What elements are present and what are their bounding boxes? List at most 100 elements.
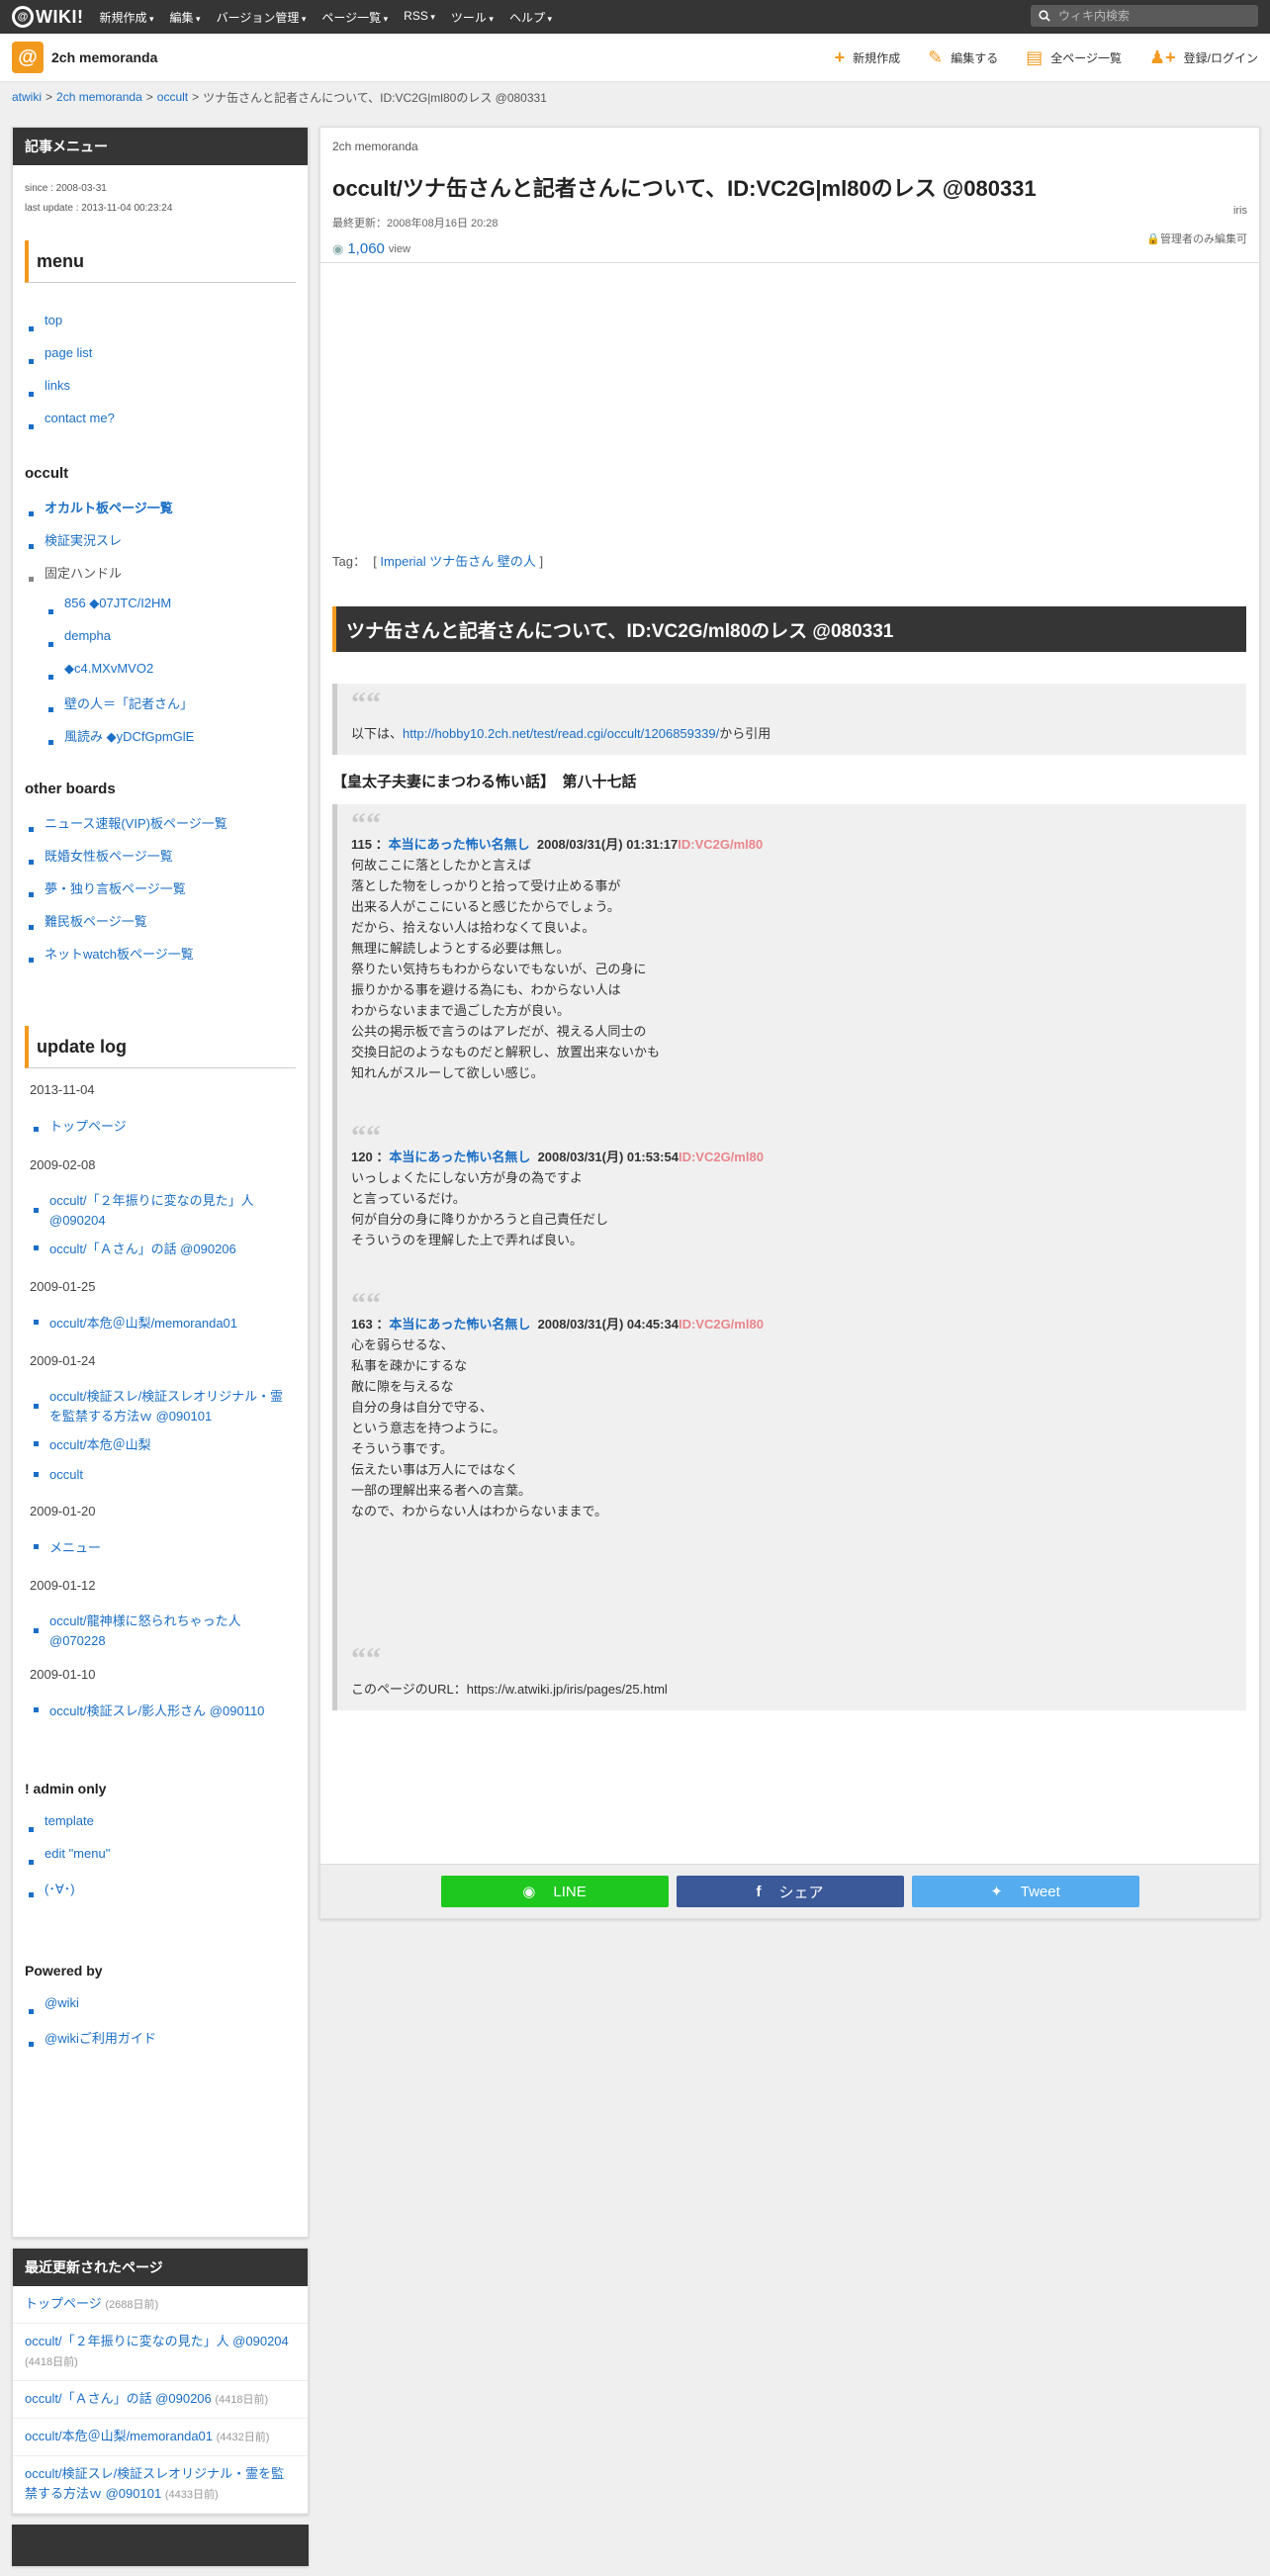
post-line: そういう事です。 (351, 1441, 453, 1456)
update-item[interactable]: トップページ (32, 1116, 296, 1144)
menu-link-links[interactable]: links (27, 378, 296, 411)
handle-link[interactable]: 856 ◆07JTC/I2HM (46, 596, 296, 628)
post: 163 ：本当にあった怖い名無し 2008/03/31(月) 04:45:34I… (351, 1314, 1232, 1521)
guide-link[interactable]: @wikiご利用ガイド (27, 2028, 296, 2061)
page-header: 2ch memoranda occult/ツナ缶さんと記者さんについて、ID:V… (320, 128, 1259, 263)
board-link[interactable]: ニュース速報(VIP)板ページ一覧 (27, 813, 296, 846)
edit-permission: 🔒管理者のみ編集可 (1146, 233, 1247, 245)
line-share-button[interactable]: ◉ LINE (440, 1876, 669, 1907)
edit-button[interactable]: ✎ 編集する (928, 47, 998, 68)
handle-link[interactable]: ◆c4.MXvMVO2 (46, 661, 296, 693)
update-date: 2009-01-12 (30, 1578, 96, 1593)
post-line: 振りかかる事を避ける為にも、わからない人は (351, 982, 621, 997)
facebook-icon: f (756, 1883, 762, 1900)
site-name[interactable]: 2ch memoranda (51, 49, 157, 65)
board-link[interactable]: 難民板ページ一覧 (27, 911, 296, 944)
nav-new[interactable]: 新規作成 (99, 9, 153, 26)
nav-help[interactable]: ヘルプ (509, 9, 552, 26)
page-url: https://w.atwiki.jp/iris/pages/25.html (466, 1682, 668, 1697)
author-link[interactable]: iris (1233, 205, 1247, 217)
update-item[interactable]: メニュー (32, 1537, 296, 1556)
update-item[interactable]: occult (32, 1467, 296, 1482)
board-link[interactable]: 夢・独り言板ページ一覧 (27, 878, 296, 911)
global-header: @ WIKI! 新規作成 編集 バージョン管理 ページ一覧 RSS ツール ヘル… (0, 0, 1270, 34)
update-item[interactable]: occult/本危＠山梨 (32, 1434, 296, 1453)
sidebar: 記事メニュー since : 2008-03-31 last update : … (12, 127, 309, 2576)
page-url-block: ““ このページのURL：https://w.atwiki.jp/iris/pa… (332, 1639, 1246, 1710)
recent-page-item[interactable]: occult/「Ａさん」の話 @090206 (4418日前) (13, 2381, 308, 2419)
post-header: 120 ：本当にあった怖い名無し 2008/03/31(月) 01:53:54I… (351, 1150, 764, 1164)
post-line: 出来る人がここにいると感じたからでしょう。 (351, 899, 620, 914)
login-button[interactable]: ♟+ 登録/ログイン (1149, 47, 1258, 68)
post: 120 ：本当にあった怖い名無し 2008/03/31(月) 01:53:54I… (351, 1147, 1232, 1250)
nav-rss[interactable]: RSS (404, 9, 435, 26)
admin-link[interactable]: edit "menu" (27, 1846, 296, 1879)
post-line: いっしょくたにしない方が身の為ですよ (351, 1170, 584, 1185)
breadcrumb-occult[interactable]: occult (157, 90, 188, 104)
poster-name[interactable]: 本当にあった怖い名無し (389, 1317, 530, 1332)
board-link[interactable]: ネットwatch板ページ一覧 (27, 944, 296, 976)
update-date: 2009-01-20 (30, 1504, 96, 1518)
new-page-button[interactable]: + 新規作成 (835, 47, 901, 68)
post-line: そういうのを理解した上で弄れば良い。 (351, 1233, 584, 1247)
post-line: 私事を疎かにするな (351, 1358, 468, 1373)
tag-links[interactable]: Imperial ツナ缶さん 壁の人 (380, 554, 535, 569)
board-link[interactable]: 既婚女性板ページ一覧 (27, 846, 296, 878)
poster-name[interactable]: 本当にあった怖い名無し (389, 837, 530, 852)
atwiki-logo[interactable]: @ WIKI! (12, 6, 83, 28)
search-icon[interactable] (1039, 10, 1050, 22)
update-item[interactable]: occult/検証スレ/影人形さん @090110 (32, 1701, 296, 1719)
update-item[interactable]: occult/龍神様に怒られちゃった人 @070228 (32, 1611, 296, 1651)
update-item[interactable]: occult/「２年振りに変なの見た」人 @090204 (32, 1191, 296, 1231)
menu-link-page-list[interactable]: page list (27, 345, 296, 378)
post-line: 無理に解読しようとする必要は無し。 (351, 941, 570, 956)
menu-link-top[interactable]: top (27, 313, 296, 345)
update-item[interactable]: occult/検証スレ/検証スレオリジナル・霊を監禁する方法ｗ @090101 (32, 1387, 296, 1426)
poster-name[interactable]: 本当にあった怖い名無し (389, 1150, 530, 1164)
update-date: 2009-01-10 (30, 1667, 96, 1682)
handle-link[interactable]: 壁の人＝「記者さん」 (46, 693, 296, 726)
nav-version[interactable]: バージョン管理 (217, 9, 307, 26)
update-item[interactable]: occult/本危＠山梨/memoranda01 (32, 1313, 296, 1332)
breadcrumb-site[interactable]: 2ch memoranda (56, 90, 142, 104)
admin-link[interactable]: (･∀･) (27, 1879, 296, 1911)
facebook-share-button[interactable]: f シェア (676, 1876, 904, 1907)
post-line: 一部の理解出来る者への言葉。 (351, 1483, 532, 1498)
all-pages-button[interactable]: ▤ 全ページ一覧 (1026, 47, 1122, 68)
site-logo-icon[interactable]: @ (12, 42, 44, 73)
plus-icon: + (834, 46, 846, 67)
breadcrumb-atwiki[interactable]: atwiki (12, 90, 42, 104)
recent-page-item[interactable]: occult/「２年振りに変なの見た」人 @090204 (4418日前) (13, 2324, 308, 2381)
site-actions: + 新規作成 ✎ 編集する ▤ 全ページ一覧 ♟+ 登録/ログイン (835, 34, 1258, 81)
quote-icon: ““ (351, 1120, 381, 1152)
quote-icon: ““ (351, 1642, 381, 1675)
nav-pages[interactable]: ページ一覧 (321, 9, 388, 26)
recent-page-item[interactable]: occult/本危＠山梨/memoranda01 (4432日前) (13, 2419, 308, 2456)
post: 115 ：本当にあった怖い名無し 2008/03/31(月) 01:31:17I… (351, 834, 1232, 1083)
handle-link[interactable]: dempha (46, 628, 296, 661)
post-line: わからないままで過ごした方が良い。 (351, 1003, 571, 1018)
verify-thread-link[interactable]: 検証実況スレ (27, 530, 296, 563)
recent-page-item[interactable]: トップページ (2688日前) (13, 2286, 308, 2324)
post-line: と言っているだけ。 (351, 1191, 466, 1206)
post-line: 交換日記のようなものだと解釈し、放置出来ないかも (351, 1045, 661, 1059)
occult-list-link[interactable]: オカルト板ページ一覧 (27, 498, 296, 530)
update-date: 2009-02-08 (30, 1157, 96, 1172)
search-input[interactable] (1056, 8, 1238, 24)
admin-link[interactable]: template (27, 1813, 296, 1846)
recent-page-item[interactable]: occult/検証スレ/検証スレオリジナル・霊を監禁する方法ｗ @090101 … (13, 2456, 308, 2514)
twitter-share-button[interactable]: ✦ Tweet (911, 1876, 1139, 1907)
nav-edit[interactable]: 編集 (170, 9, 201, 26)
source-url-link[interactable]: http://hobby10.2ch.net/test/read.cgi/occ… (403, 726, 719, 741)
twitter-icon: ✦ (990, 1884, 1003, 1900)
post-header: 163 ：本当にあった怖い名無し 2008/03/31(月) 04:45:34I… (351, 1317, 764, 1332)
post-line: 知れんがスルーして欲しい感じ。 (351, 1065, 544, 1080)
menu-link-contact[interactable]: contact me? (27, 411, 296, 443)
recent-pages-panel: 最近更新されたページ トップページ (2688日前) occult/「２年振りに… (12, 2248, 309, 2515)
update-item[interactable]: occult/「Ａさん」の話 @090206 (32, 1239, 296, 1257)
nav-tools[interactable]: ツール (451, 9, 494, 26)
main-content: 2ch memoranda occult/ツナ缶さんと記者さんについて、ID:V… (319, 127, 1260, 1919)
handle-link[interactable]: 風読み ◆yDCfGpmGlE (46, 726, 296, 759)
atwiki-link[interactable]: @wiki (27, 1995, 296, 2028)
post-line: だから、拾えない人は拾わなくて良いよ。 (351, 920, 595, 935)
